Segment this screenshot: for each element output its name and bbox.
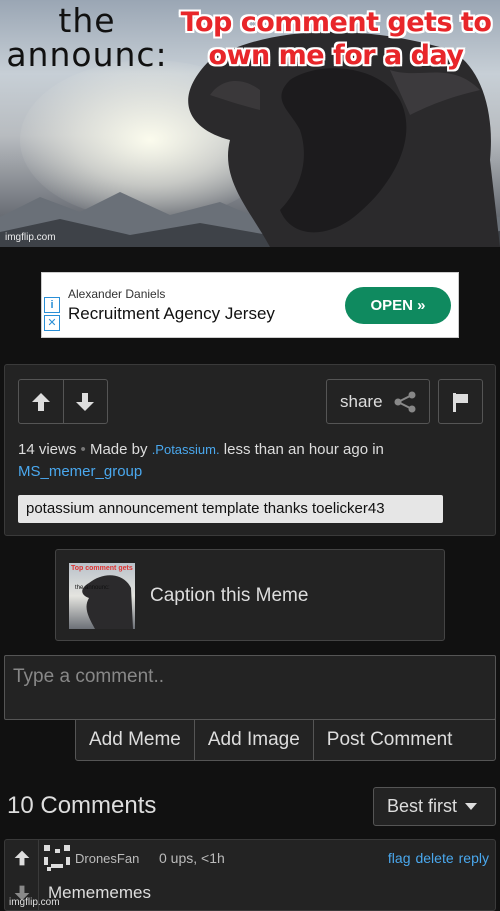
meme-announce-text: the announc:: [6, 1, 168, 74]
comment-flag-link[interactable]: flag: [388, 850, 411, 866]
comment-watermark: imgflip.com: [9, 897, 60, 908]
comment-actions: flag delete reply: [388, 850, 489, 866]
add-meme-button[interactable]: Add Meme: [76, 720, 194, 760]
arrow-up-icon: [14, 850, 29, 865]
ad-banner[interactable]: i ✕ Alexander Daniels Recruitment Agency…: [41, 272, 459, 338]
avatar[interactable]: [43, 844, 71, 872]
stream-link[interactable]: MS_memer_group: [18, 463, 142, 480]
flag-button[interactable]: [438, 379, 483, 424]
ad-icons: i ✕: [44, 297, 62, 333]
thumbnail-side-text: the announc:: [75, 585, 110, 591]
author-link[interactable]: .Potassium.: [152, 442, 220, 457]
meme-top-text: Top comment gets to own me for a day: [180, 7, 492, 71]
caption-this-meme-button[interactable]: Top comment gets the announc: Caption th…: [55, 549, 445, 641]
share-label: share: [340, 391, 383, 411]
meme-thumbnail: Top comment gets the announc:: [69, 563, 135, 629]
comment-stats: 0 ups, <1h: [159, 850, 225, 866]
upvote-button[interactable]: [19, 380, 63, 423]
comment-item: DronesFan 0 ups, <1h flag delete reply M…: [4, 839, 496, 911]
post-title: potassium announcement template thanks t…: [18, 495, 443, 523]
share-icon: [394, 391, 416, 412]
sort-value: Best first: [387, 796, 458, 816]
ad-open-button[interactable]: OPEN »: [345, 287, 451, 324]
comment-input[interactable]: [4, 655, 496, 720]
thumbnail-dragon: [82, 575, 133, 629]
flag-icon: [452, 392, 468, 412]
sort-select[interactable]: Best first: [373, 787, 496, 826]
meta-separator: •: [80, 441, 86, 458]
vote-group: [18, 379, 108, 424]
caption-label: Caption this Meme: [150, 585, 309, 606]
meme-watermark: imgflip.com: [5, 232, 56, 243]
caret-down-icon: [465, 802, 478, 810]
comments-count: 10 Comments: [7, 792, 157, 819]
comment-reply-link[interactable]: reply: [459, 850, 489, 866]
arrow-up-icon: [31, 392, 50, 411]
ad-info-icon[interactable]: i: [44, 297, 60, 313]
thumbnail-top-text: Top comment gets: [71, 565, 133, 572]
post-comment-button[interactable]: Post Comment: [312, 720, 466, 760]
add-image-button[interactable]: Add Image: [193, 720, 313, 760]
made-by-label: Made by: [89, 441, 148, 458]
post-meta: 14 views • Made by .Potassium. less than…: [18, 439, 488, 483]
post-time: less than an hour ago in: [223, 441, 384, 458]
meme-image: the announc: Top comment gets to own me …: [0, 0, 500, 247]
downvote-button[interactable]: [62, 380, 107, 423]
comment-text: Memememes: [48, 883, 151, 902]
ad-title[interactable]: Recruitment Agency Jersey: [68, 304, 275, 324]
arrow-down-icon: [76, 392, 95, 411]
ad-advertiser: Alexander Daniels: [68, 287, 166, 301]
comment-upvote-button[interactable]: [5, 840, 38, 875]
comment-action-row: Add Meme Add Image Post Comment: [75, 719, 496, 761]
ad-close-icon[interactable]: ✕: [44, 315, 60, 331]
views-count: 14 views: [18, 441, 77, 458]
comment-author[interactable]: DronesFan: [75, 851, 139, 866]
share-button[interactable]: share: [326, 379, 430, 424]
post-info-panel: share 14 views • Made by .Potassium. les…: [4, 364, 496, 536]
comment-delete-link[interactable]: delete: [415, 850, 453, 866]
